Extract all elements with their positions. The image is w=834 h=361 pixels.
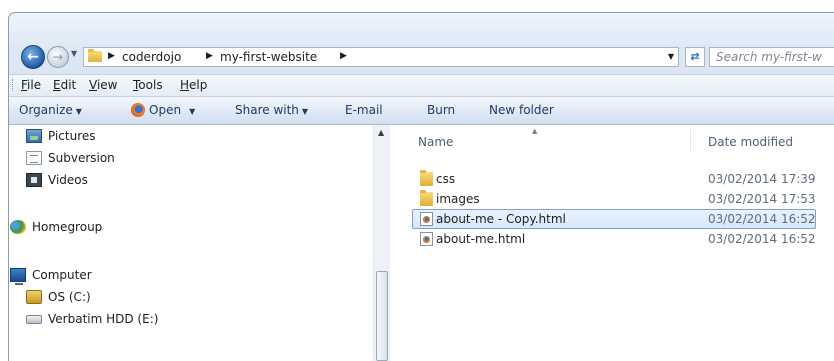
document-icon: [26, 151, 42, 165]
address-history-dropdown-icon[interactable]: ▼: [668, 52, 674, 61]
video-icon: [26, 173, 42, 187]
folder-icon: [420, 190, 433, 206]
menu-help[interactable]: Help: [180, 78, 207, 92]
file-row-css[interactable]: css 03/02/2014 17:39: [412, 169, 816, 189]
open-button[interactable]: Open ▼: [131, 103, 195, 117]
search-input[interactable]: Search my-first-w: [709, 47, 834, 67]
explorer-window: ← → ▼ ▶ coderdojo ▶ my-first-website ▶ ▼…: [8, 12, 834, 361]
file-row-about-me[interactable]: about-me.html 03/02/2014 16:52: [412, 229, 816, 249]
breadcrumb-my-first-website[interactable]: my-first-website: [220, 50, 317, 64]
navigation-scrollbar[interactable]: ▲: [373, 125, 390, 361]
navigation-pane: Pictures Subversion Videos Homegroup Com…: [9, 125, 390, 361]
folder-icon: [88, 49, 102, 62]
html-file-icon: [420, 232, 433, 246]
recent-pages-dropdown-icon[interactable]: ▼: [71, 49, 77, 58]
scroll-up-arrow-icon[interactable]: ▲: [378, 128, 384, 137]
breadcrumb-coderdojo[interactable]: coderdojo: [122, 50, 181, 64]
column-header-date-modified[interactable]: Date modified: [708, 135, 793, 149]
new-folder-button[interactable]: New folder: [489, 103, 554, 117]
hard-drive-icon: [26, 315, 42, 324]
column-header-row: ▲ Name Date modified: [390, 125, 834, 151]
folder-icon: [420, 170, 433, 186]
burn-button[interactable]: Burn: [427, 103, 455, 117]
system-drive-icon: [26, 290, 42, 304]
column-divider[interactable]: [690, 129, 691, 151]
menu-view[interactable]: View: [89, 78, 117, 92]
forward-arrow-icon[interactable]: →: [47, 46, 69, 68]
pictures-icon: [26, 129, 42, 143]
menu-file[interactable]: File: [21, 78, 41, 92]
email-button[interactable]: E-mail: [345, 103, 383, 117]
breadcrumb-separator-icon[interactable]: ▶: [206, 51, 213, 61]
homegroup-icon: [10, 220, 26, 234]
menu-bar: File Edit View Tools Help: [9, 74, 834, 97]
back-arrow-icon[interactable]: ←: [21, 45, 45, 69]
menu-edit[interactable]: Edit: [53, 78, 76, 92]
address-bar[interactable]: ▶ coderdojo ▶ my-first-website ▶ ▼: [83, 47, 679, 67]
file-row-images[interactable]: images 03/02/2014 17:53: [412, 189, 816, 209]
menu-grip-icon: [12, 79, 15, 91]
column-header-name[interactable]: Name: [418, 135, 453, 149]
chevron-down-icon: ▼: [301, 107, 309, 116]
share-with-button[interactable]: Share with ▼: [235, 103, 308, 117]
organize-button[interactable]: Organize ▼: [19, 103, 82, 117]
address-row: ← → ▼ ▶ coderdojo ▶ my-first-website ▶ ▼…: [9, 41, 834, 71]
file-row-about-me-copy[interactable]: about-me - Copy.html 03/02/2014 16:52: [412, 209, 816, 229]
chevron-down-icon: ▼: [189, 107, 196, 116]
breadcrumb-separator-icon[interactable]: ▶: [108, 51, 115, 61]
scrollbar-thumb[interactable]: [376, 271, 388, 361]
html-file-icon: [420, 212, 433, 226]
sort-ascending-icon: ▲: [532, 127, 538, 135]
refresh-icon[interactable]: ⇄: [685, 47, 705, 67]
menu-tools[interactable]: Tools: [133, 78, 163, 92]
file-list: ▲ Name Date modified css 03/02/2014 17:3…: [390, 125, 834, 361]
command-bar: Organize ▼ Open ▼ Share with ▼ E-mail Burn …: [9, 97, 834, 125]
breadcrumb-separator-icon[interactable]: ▶: [340, 51, 347, 61]
chevron-down-icon: ▼: [75, 107, 82, 116]
firefox-icon: [131, 103, 145, 117]
computer-icon: [10, 268, 26, 285]
